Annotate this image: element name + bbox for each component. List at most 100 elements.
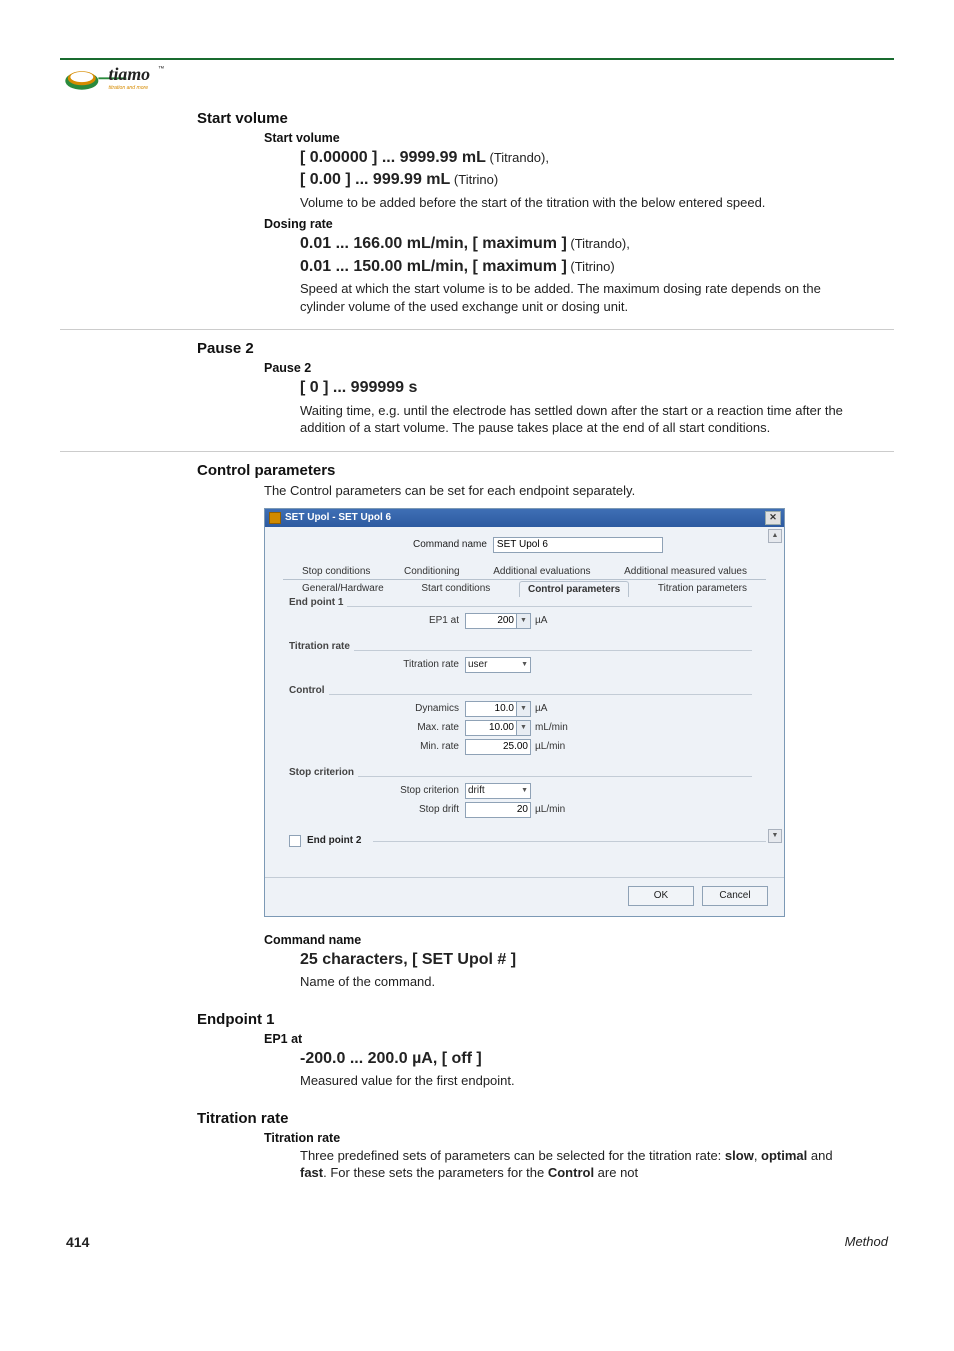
tab-additional-evaluations[interactable]: Additional evaluations: [484, 563, 599, 579]
group-control: Control Dynamics ▼ µA Max. rate ▼ mL/min: [289, 692, 760, 766]
stop-drift-label: Stop drift: [297, 804, 465, 815]
section-endpoint-1: Endpoint 1 EP1 at -200.0 ... 200.0 µA, […: [60, 1011, 894, 1104]
command-name-input[interactable]: [493, 537, 663, 553]
command-name-range: 25 characters, [ SET Upol # ]: [300, 951, 516, 968]
stop-criterion-select[interactable]: drift ▼: [465, 783, 531, 799]
group-stop-criterion: Stop criterion Stop criterion drift ▼ St…: [289, 774, 760, 829]
command-name-desc: Name of the command.: [300, 973, 860, 991]
start-volume-range-2-note: (Titrino): [450, 172, 498, 187]
param-titration-rate-label: Titration rate: [264, 1131, 894, 1145]
param-dosing-rate-label: Dosing rate: [264, 217, 894, 231]
dialog-tabs: Stop conditions Conditioning Additional …: [283, 563, 766, 596]
param-ep1-at-label: EP1 at: [264, 1032, 894, 1046]
svg-text:tiamo: tiamo: [109, 64, 151, 84]
group-title-control: Control: [289, 685, 329, 696]
ep1-at-desc: Measured value for the first endpoint.: [300, 1072, 860, 1090]
start-volume-range-1: [ 0.00000 ] ... 9999.99 mL: [300, 149, 486, 166]
svg-text:™: ™: [158, 66, 164, 73]
dialog-app-icon: [269, 512, 281, 524]
tab-titration-parameters[interactable]: Titration parameters: [649, 580, 756, 596]
param-start-volume-label: Start volume: [264, 131, 894, 145]
footer-section: Method: [845, 1234, 888, 1250]
ep1-at-unit: µA: [535, 615, 547, 626]
dialog-title: SET Upol - SET Upol 6: [285, 512, 391, 523]
tiamo-logo-icon: tiamo ™ titration and more: [64, 58, 204, 96]
heading-start-volume: Start volume: [197, 110, 894, 127]
dosing-rate-desc: Speed at which the start volume is to be…: [300, 280, 860, 315]
end-point-2-label: End point 2: [307, 835, 361, 846]
dynamics-input[interactable]: [465, 701, 517, 717]
control-parameters-intro: The Control parameters can be set for ea…: [264, 483, 894, 498]
param-command-name-label: Command name: [264, 933, 894, 947]
group-end-point-1: End point 1 EP1 at ▼ µA: [289, 604, 760, 640]
max-rate-input[interactable]: [465, 720, 517, 736]
dialog-set-upol: SET Upol - SET Upol 6 ✕ ▲ ▼ Command name…: [264, 508, 785, 917]
titration-rate-label: Titration rate: [297, 659, 465, 670]
page-number: 414: [66, 1234, 89, 1250]
tab-control-parameters[interactable]: Control parameters: [519, 581, 629, 597]
min-rate-input[interactable]: [465, 739, 531, 755]
ep1-at-input[interactable]: [465, 613, 517, 629]
pause-2-desc: Waiting time, e.g. until the electrode h…: [300, 402, 860, 437]
tab-stop-conditions[interactable]: Stop conditions: [293, 563, 379, 579]
dynamics-dropdown-button[interactable]: ▼: [517, 701, 531, 717]
command-name-label: Command name: [413, 539, 487, 550]
pause-2-range: [ 0 ] ... 999999 s: [300, 379, 417, 396]
dosing-rate-range-2: 0.01 ... 150.00 mL/min, [ maximum ]: [300, 258, 567, 275]
tab-conditioning[interactable]: Conditioning: [395, 563, 469, 579]
group-titration-rate: Titration rate Titration rate user ▼: [289, 648, 760, 684]
tab-additional-measured-values[interactable]: Additional measured values: [615, 563, 756, 579]
ok-button[interactable]: OK: [628, 886, 694, 906]
dosing-rate-range-1: 0.01 ... 166.00 mL/min, [ maximum ]: [300, 235, 567, 252]
tab-start-conditions[interactable]: Start conditions: [412, 580, 499, 596]
group-title-end-point-1: End point 1: [289, 597, 347, 608]
heading-titration-rate: Titration rate: [197, 1110, 894, 1127]
dynamics-label: Dynamics: [297, 703, 465, 714]
max-rate-unit: mL/min: [535, 722, 568, 733]
dosing-rate-range-2-note: (Titrino): [567, 259, 615, 274]
start-volume-desc: Volume to be added before the start of t…: [300, 194, 860, 212]
section-start-volume: Start volume Start volume [ 0.00000 ] ..…: [60, 110, 894, 330]
close-button[interactable]: ✕: [765, 511, 781, 525]
titration-rate-desc: Three predefined sets of parameters can …: [300, 1147, 860, 1182]
start-volume-range-1-note: (Titrando),: [486, 150, 549, 165]
dialog-titlebar: SET Upol - SET Upol 6 ✕: [265, 509, 784, 527]
svg-text:titration and more: titration and more: [109, 85, 149, 91]
titration-rate-select[interactable]: user ▼: [465, 657, 531, 673]
ep1-at-label: EP1 at: [297, 615, 465, 626]
min-rate-label: Min. rate: [297, 741, 465, 752]
min-rate-unit: µL/min: [535, 741, 565, 752]
stop-drift-unit: µL/min: [535, 804, 565, 815]
group-title-stop-criterion: Stop criterion: [289, 767, 358, 778]
ep1-at-dropdown-button[interactable]: ▼: [517, 613, 531, 629]
max-rate-label: Max. rate: [297, 722, 465, 733]
heading-pause-2: Pause 2: [197, 340, 894, 357]
dialog-button-row: OK Cancel: [265, 877, 784, 916]
group-title-titration-rate: Titration rate: [289, 641, 354, 652]
dosing-rate-range-1-note: (Titrando),: [567, 236, 630, 251]
section-control-parameters: Control parameters The Control parameter…: [60, 462, 894, 1005]
section-pause-2: Pause 2 Pause 2 [ 0 ] ... 999999 s Waiti…: [60, 340, 894, 451]
heading-endpoint-1: Endpoint 1: [197, 1011, 894, 1028]
chevron-down-icon: ▼: [521, 787, 528, 794]
stop-criterion-value: drift: [468, 785, 485, 796]
stop-drift-input[interactable]: [465, 802, 531, 818]
chevron-down-icon: ▼: [521, 661, 528, 668]
tab-general-hardware[interactable]: General/Hardware: [293, 580, 393, 596]
max-rate-dropdown-button[interactable]: ▼: [517, 720, 531, 736]
section-titration-rate: Titration rate Titration rate Three pred…: [60, 1110, 894, 1196]
titration-rate-value: user: [468, 659, 487, 670]
heading-control-parameters: Control parameters: [197, 462, 894, 479]
cancel-button[interactable]: Cancel: [702, 886, 768, 906]
param-pause-2-label: Pause 2: [264, 361, 894, 375]
scroll-up-button[interactable]: ▲: [768, 529, 782, 543]
start-volume-range-2: [ 0.00 ] ... 999.99 mL: [300, 171, 450, 188]
logo: tiamo ™ titration and more: [64, 58, 894, 96]
end-point-2-checkbox[interactable]: [289, 835, 301, 847]
stop-criterion-label: Stop criterion: [297, 785, 465, 796]
ep1-at-range: -200.0 ... 200.0 µA, [ off ]: [300, 1050, 482, 1067]
page-footer: 414 Method: [60, 1234, 894, 1250]
group-end-point-2: End point 2: [289, 835, 766, 847]
scroll-down-button[interactable]: ▼: [768, 829, 782, 843]
dynamics-unit: µA: [535, 703, 547, 714]
